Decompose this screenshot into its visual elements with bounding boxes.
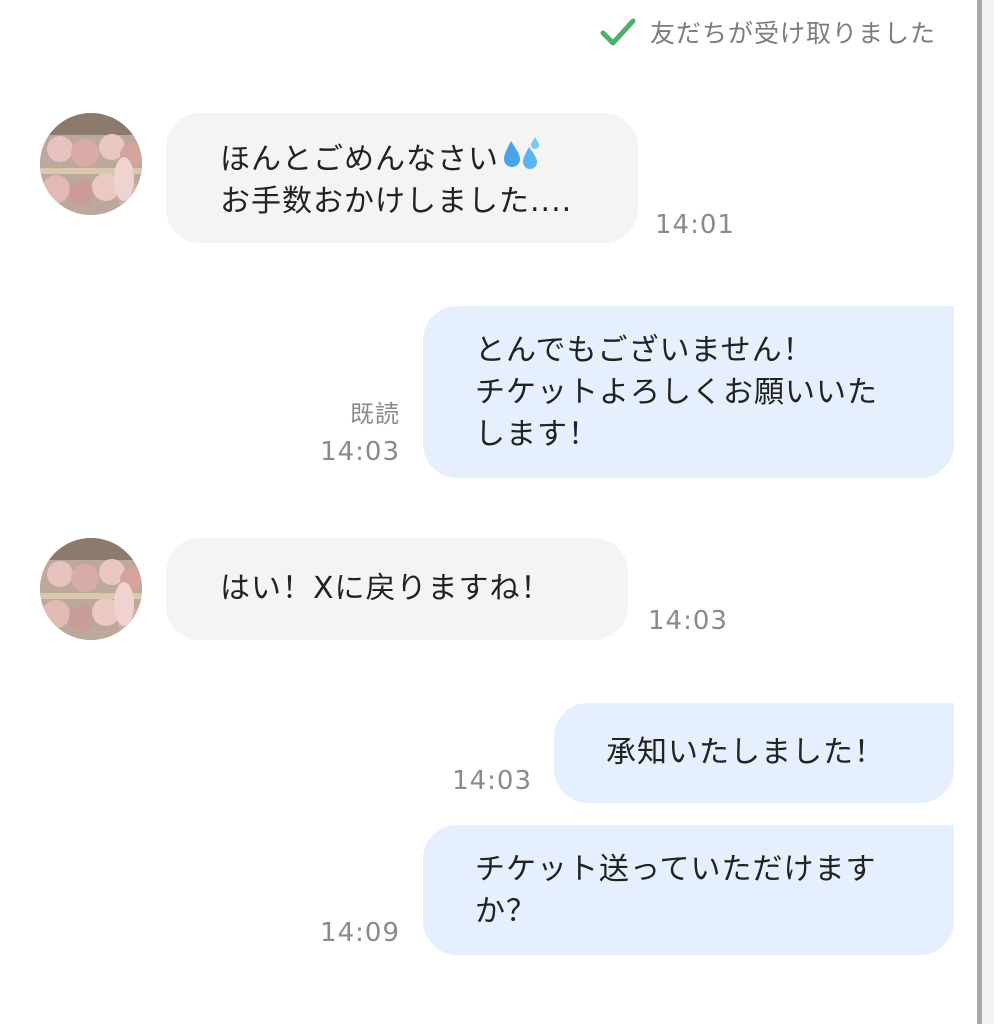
message-text-line: チケット送っていただけます — [475, 852, 877, 887]
message-bubble-incoming[interactable]: ほんとごめんなさい お手数おかけしました.... — [166, 113, 638, 243]
message-meta: 14:09 — [320, 918, 400, 948]
message-time: 14:09 — [320, 918, 400, 948]
contact-avatar[interactable] — [40, 113, 142, 215]
received-notice: 友だちが受け取りました — [600, 14, 936, 50]
message-text-line: はい！Xに戻りますね！ — [220, 571, 552, 606]
message-meta: 14:01 — [655, 210, 735, 240]
read-receipt: 既読 — [350, 400, 400, 428]
message-meta: 14:03 — [452, 766, 532, 796]
message-bubble-outgoing[interactable]: とんでもございません！ チケットよろしくお願いいた します！ — [423, 306, 954, 478]
message-time: 14:01 — [655, 210, 735, 240]
message-time: 14:03 — [452, 766, 532, 796]
chat-area[interactable]: 友だちが受け取りました ほんとごめんなさい お手数おかけしました.... 14:… — [0, 0, 978, 1024]
message-text-line: お手数おかけしました.... — [220, 184, 573, 219]
message-time: 14:03 — [320, 437, 400, 467]
message-text-line: とんでもございません！ — [475, 333, 814, 368]
message-time: 14:03 — [648, 606, 728, 636]
sweat-droplets-emoji — [504, 137, 539, 169]
message-text-line: か？ — [475, 894, 537, 929]
message-bubble-outgoing[interactable]: チケット送っていただけます か？ — [423, 825, 954, 955]
message-meta: 既読 14:03 — [320, 394, 400, 467]
message-meta: 14:03 — [648, 606, 728, 636]
contact-avatar[interactable] — [40, 538, 142, 640]
message-bubble-outgoing[interactable]: 承知いたしました！ — [554, 703, 954, 803]
message-text-line: します！ — [475, 417, 599, 452]
received-notice-text: 友だちが受け取りました — [649, 19, 936, 48]
scrollbar[interactable] — [977, 0, 982, 1024]
message-text-line: ほんとごめんなさい — [220, 142, 499, 177]
message-bubble-incoming[interactable]: はい！Xに戻りますね！ — [166, 538, 628, 640]
plush-toys-avatar — [40, 113, 142, 215]
message-text-line: チケットよろしくお願いいた — [475, 375, 878, 410]
checkmark-icon — [600, 18, 636, 46]
plush-toys-avatar — [40, 538, 142, 640]
message-text-line: 承知いたしました！ — [606, 735, 885, 770]
